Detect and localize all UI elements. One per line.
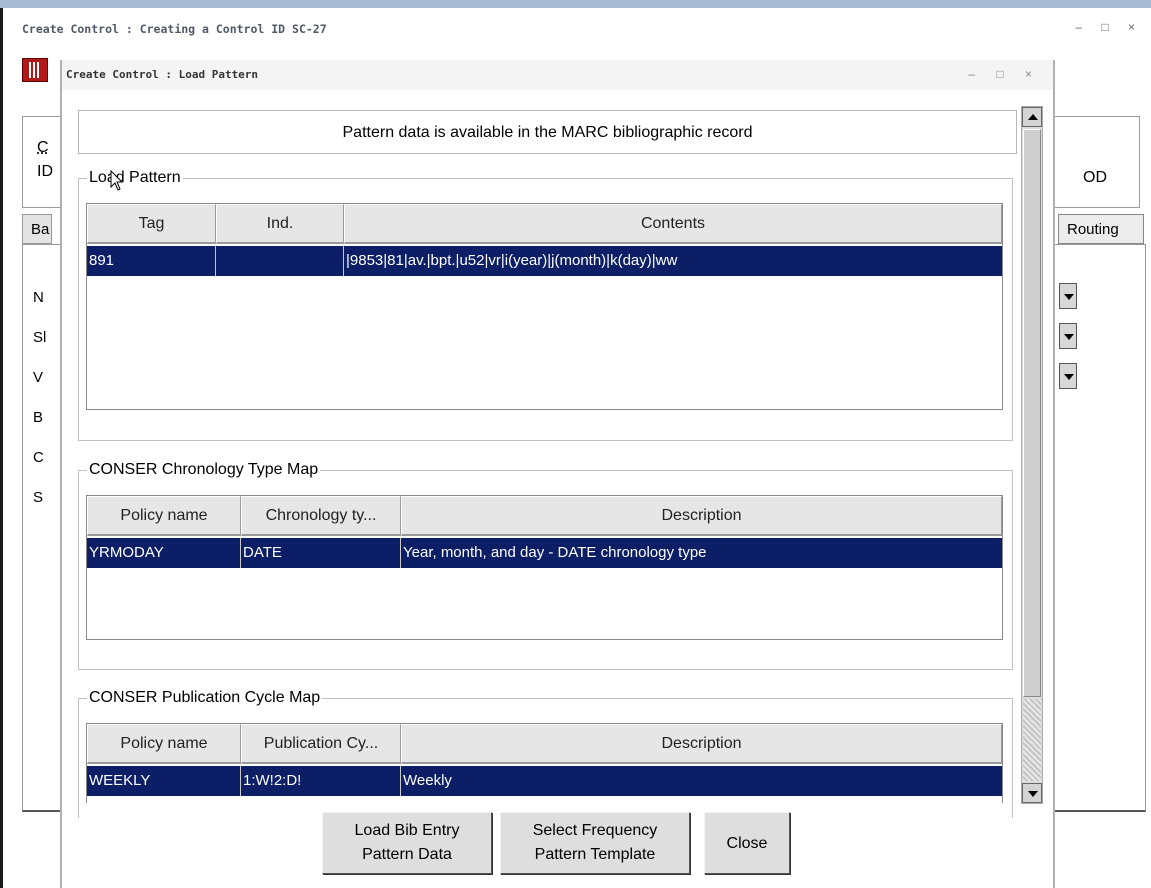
- info-message: Pattern data is available in the MARC bi…: [78, 110, 1017, 154]
- cell-description: Weekly: [403, 772, 452, 789]
- button-label-line: Load Bib Entry: [354, 822, 460, 839]
- button-label-line: Pattern Data: [362, 846, 452, 863]
- close-button[interactable]: Close: [704, 812, 790, 874]
- parent-field-label: B: [33, 409, 44, 426]
- parent-window-controls[interactable]: – □ ×: [1075, 20, 1143, 34]
- dialog-title: Create Control : Load Pattern: [66, 68, 259, 81]
- table-row[interactable]: WEEKLY 1:W!2:D! Weekly: [87, 766, 1002, 796]
- desktop-top-bar: [0, 0, 1151, 8]
- parent-field-label: N: [33, 289, 44, 306]
- column-header-ind[interactable]: Ind.: [216, 204, 344, 244]
- parent-window-border: [0, 8, 3, 888]
- table-row[interactable]: YRMODAY DATE Year, month, and day - DATE…: [87, 538, 1002, 568]
- table-header: Tag Ind. Contents: [87, 204, 1002, 244]
- table-header: Policy name Chronology ty... Description: [87, 496, 1002, 536]
- scroll-thumb[interactable]: [1023, 129, 1041, 697]
- parent-field-label: C: [33, 449, 44, 466]
- table-row[interactable]: 891 |9853|81|av.|bpt.|u52|vr|i(year)|j(m…: [87, 246, 1002, 276]
- cell-ind: [216, 246, 344, 276]
- chronology-map-table[interactable]: Policy name Chronology ty... Description…: [86, 495, 1003, 640]
- column-header-description[interactable]: Description: [401, 496, 1002, 536]
- cell-tag: 891: [87, 246, 216, 276]
- parent-field-label: V: [33, 369, 44, 386]
- button-label-line: Select Frequency: [532, 822, 658, 839]
- chronology-map-legend: CONSER Chronology Type Map: [87, 460, 321, 480]
- load-pattern-dialog: Create Control : Load Pattern – □ × Patt…: [60, 60, 1055, 888]
- dialog-vertical-scrollbar[interactable]: [1021, 106, 1043, 804]
- column-header-policy-name[interactable]: Policy name: [87, 724, 241, 764]
- parent-label-control: C: [37, 139, 49, 156]
- column-header-description[interactable]: Description: [401, 724, 1002, 764]
- scroll-track[interactable]: [1023, 699, 1041, 781]
- parent-right-text: OD: [1083, 169, 1107, 186]
- parent-label-id: ID: [37, 163, 53, 180]
- scroll-up-button[interactable]: [1022, 107, 1042, 127]
- cell-policy-name: WEEKLY: [87, 766, 241, 796]
- parent-field-label: Sl: [33, 329, 47, 346]
- tab-basic[interactable]: Ba: [22, 214, 52, 244]
- scroll-down-button[interactable]: [1022, 783, 1042, 803]
- button-label: Close: [726, 835, 768, 852]
- publication-map-table[interactable]: Policy name Publication Cy... Descriptio…: [86, 723, 1003, 803]
- load-pattern-legend: Load Pattern: [87, 168, 183, 188]
- cell-contents: |9853|81|av.|bpt.|u52|vr|i(year)|j(month…: [346, 252, 678, 269]
- column-header-tag[interactable]: Tag: [87, 204, 216, 244]
- cell-publication-cycle: 1:W!2:D!: [241, 766, 401, 796]
- parent-dropdown-button[interactable]: [1059, 283, 1077, 309]
- column-header-publication-cycle[interactable]: Publication Cy...: [241, 724, 401, 764]
- mouse-cursor-icon: [110, 170, 124, 191]
- table-header: Policy name Publication Cy... Descriptio…: [87, 724, 1002, 764]
- parent-dropdown-button[interactable]: [1059, 323, 1077, 349]
- parent-field-label: S: [33, 489, 44, 506]
- cell-description: Year, month, and day - DATE chronology t…: [403, 544, 707, 561]
- column-header-chronology-type[interactable]: Chronology ty...: [241, 496, 401, 536]
- cell-chronology-type: DATE: [241, 538, 401, 568]
- column-header-policy-name[interactable]: Policy name: [87, 496, 241, 536]
- parent-window-title: Create Control : Creating a Control ID S…: [22, 22, 327, 36]
- app-logo-icon[interactable]: [22, 58, 48, 82]
- tab-routing[interactable]: Routing: [1058, 214, 1144, 244]
- publication-map-legend: CONSER Publication Cycle Map: [87, 688, 323, 708]
- load-bib-entry-button[interactable]: Load Bib Entry Pattern Data: [322, 812, 492, 874]
- dialog-window-controls[interactable]: – □ ×: [968, 67, 1041, 81]
- parent-dropdown-button[interactable]: [1059, 363, 1077, 389]
- column-header-contents[interactable]: Contents: [344, 204, 1002, 244]
- button-label-line: Pattern Template: [534, 846, 656, 863]
- select-frequency-button[interactable]: Select Frequency Pattern Template: [500, 812, 690, 874]
- dialog-title-bar[interactable]: Create Control : Load Pattern – □ ×: [62, 60, 1053, 90]
- cell-policy-name: YRMODAY: [87, 538, 241, 568]
- load-pattern-table[interactable]: Tag Ind. Contents 891 |9853|81|av.|bpt.|…: [86, 203, 1003, 410]
